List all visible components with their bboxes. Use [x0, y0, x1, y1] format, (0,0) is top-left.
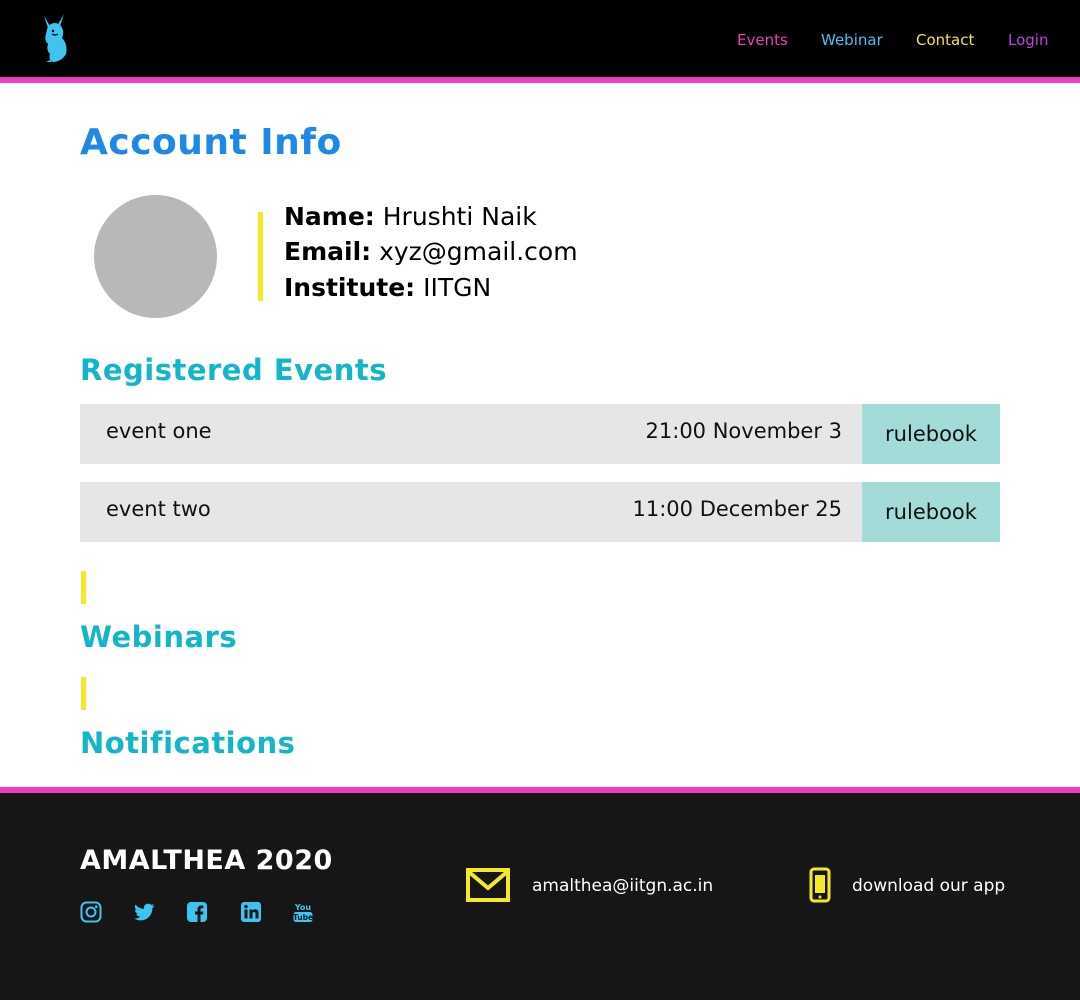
download-app-link[interactable]: download our app — [852, 876, 1005, 896]
svg-text:You: You — [294, 903, 312, 912]
header-divider — [0, 77, 1080, 83]
top-navbar: Events Webinar Contact Login — [0, 0, 1080, 77]
institute-value: IITGN — [423, 273, 492, 302]
name-row: Name: Hrushti Naik — [284, 202, 537, 231]
nav-events-link[interactable]: Events — [737, 31, 788, 49]
name-value: Hrushti Naik — [382, 202, 537, 231]
name-label: Name: — [284, 202, 375, 231]
phone-icon — [809, 867, 831, 903]
nav-contact-link[interactable]: Contact — [916, 31, 974, 49]
footer-email-link[interactable]: amalthea@iitgn.ac.in — [532, 876, 713, 896]
email-value: xyz@gmail.com — [379, 237, 578, 266]
event-datetime: 21:00 November 3 — [645, 419, 842, 443]
footer-brand: AMALTHEA 2020 — [80, 845, 333, 876]
youtube-icon[interactable]: You Tube — [292, 901, 314, 923]
footer: AMALTHEA 2020 You Tube amalthea@iitgn.ac… — [0, 793, 1080, 1000]
mail-icon — [466, 868, 510, 902]
event-name: event one — [106, 419, 212, 443]
institute-label: Institute: — [284, 273, 416, 302]
webinars-accent-bar — [81, 571, 86, 604]
notifications-heading: Notifications — [80, 726, 296, 760]
twitter-icon[interactable] — [133, 901, 155, 923]
svg-text:Tube: Tube — [293, 913, 313, 922]
webinars-heading: Webinars — [80, 620, 238, 654]
facebook-icon[interactable] — [186, 901, 208, 923]
rulebook-button[interactable]: rulebook — [862, 482, 1000, 542]
nav-webinar-link[interactable]: Webinar — [821, 31, 883, 49]
event-datetime: 11:00 December 25 — [632, 497, 843, 521]
notifications-accent-bar — [81, 677, 86, 710]
linkedin-icon[interactable] — [240, 901, 262, 923]
institute-row: Institute: IITGN — [284, 273, 491, 302]
info-accent-bar — [258, 212, 263, 301]
registered-events-heading: Registered Events — [80, 353, 387, 387]
instagram-icon[interactable] — [80, 901, 102, 923]
email-row: Email: xyz@gmail.com — [284, 237, 578, 266]
rulebook-button[interactable]: rulebook — [862, 404, 1000, 464]
logo-icon[interactable] — [38, 14, 72, 64]
event-row: event one 21:00 November 3 rulebook — [80, 404, 1000, 464]
email-label: Email: — [284, 237, 372, 266]
avatar — [94, 195, 217, 318]
event-row: event two 11:00 December 25 rulebook — [80, 482, 1000, 542]
event-name: event two — [106, 497, 211, 521]
page-title: Account Info — [80, 122, 342, 163]
nav-login-link[interactable]: Login — [1008, 31, 1048, 49]
